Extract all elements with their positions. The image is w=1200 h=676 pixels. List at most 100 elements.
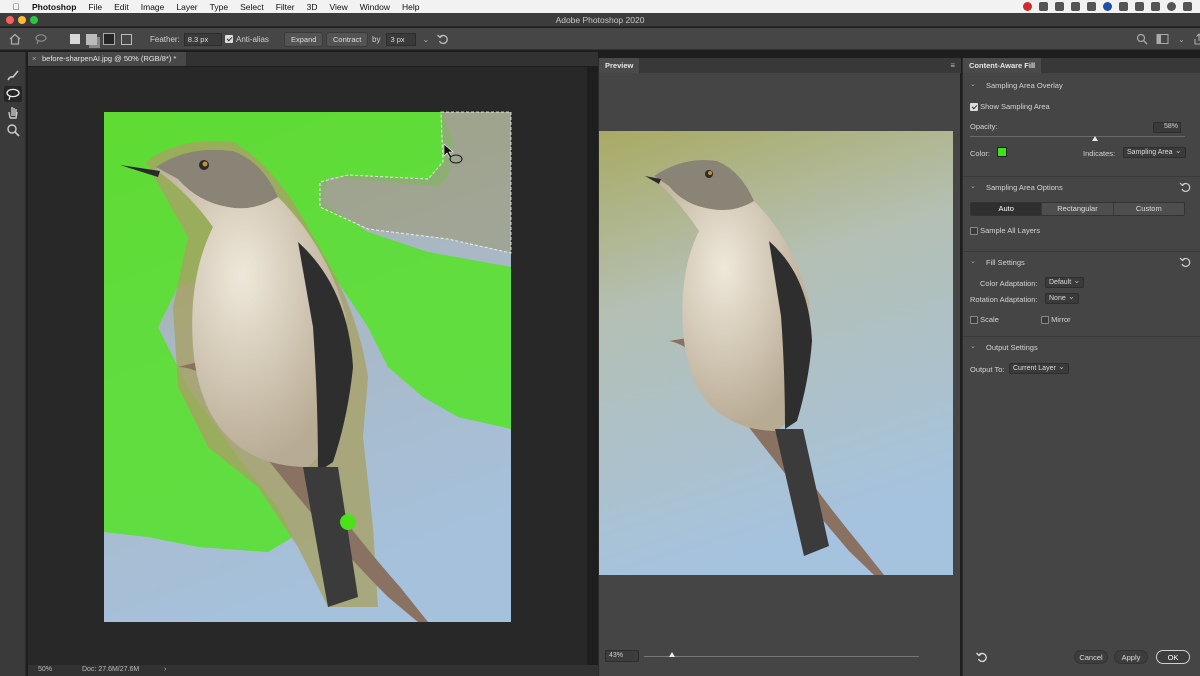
reset-sampling-icon[interactable] [1179,181,1191,193]
menu-type[interactable]: Type [210,2,228,12]
chevron-down-icon[interactable]: ⌄ [970,182,976,190]
tray-icon[interactable] [1087,2,1096,11]
sampling-mode-segmented: Auto Rectangular Custom [970,202,1185,216]
menu-3d[interactable]: 3D [307,2,318,12]
panel-title[interactable]: Content-Aware Fill [963,58,1042,73]
chevron-down-icon[interactable]: ⌄ [970,80,976,88]
apple-menu-icon[interactable]:  [10,2,22,12]
search-icon[interactable] [1136,33,1148,45]
chevron-down-icon[interactable]: ⌄ [970,342,976,350]
sample-all-layers-checkbox[interactable] [970,227,978,236]
anti-alias-label: Anti-alias [236,34,269,44]
apply-button[interactable]: Apply [1114,650,1148,664]
cancel-button[interactable]: Cancel [1074,650,1108,664]
section-sampling-overlay[interactable]: ⌄ Sampling Area Overlay [963,75,1200,97]
preview-zoom-slider-handle[interactable] [668,652,675,657]
document-tab[interactable]: × before-sharpenAI.jpg @ 50% (RGB/8*) * [28,52,187,66]
opacity-slider-handle[interactable] [1091,136,1098,141]
share-icon[interactable] [1193,33,1200,45]
output-to-dropdown[interactable]: Current Layer [1009,362,1069,374]
document-canvas-area[interactable] [28,67,587,665]
workspace-dropdown-icon[interactable]: ⌄ [1178,35,1185,44]
selection-mode-group [70,28,132,50]
overlay-color-swatch[interactable] [997,147,1007,157]
contract-button-wrap: Contract [326,28,369,50]
reset-fill-icon[interactable] [1179,256,1191,268]
color-adaptation-label: Color Adaptation: [980,279,1038,288]
creative-cloud-icon[interactable] [1023,2,1032,11]
tray-icon[interactable] [1039,2,1048,11]
add-selection-icon[interactable] [86,33,97,45]
lasso-tool-preset[interactable] [34,28,48,50]
battery-icon[interactable] [1151,2,1160,11]
wifi-icon[interactable] [1135,2,1144,11]
preview-zoom-value[interactable]: 43% [605,650,639,662]
zoom-icon [7,124,20,137]
menu-app-name[interactable]: Photoshop [32,2,76,12]
show-sampling-checkbox[interactable] [970,103,978,112]
menu-view[interactable]: View [329,2,347,12]
lasso-tool[interactable] [4,86,22,102]
reset-options-button[interactable] [436,28,450,50]
indicates-dropdown[interactable]: Sampling Area [1123,146,1186,158]
zoom-tool[interactable] [4,122,22,138]
tray-icon[interactable] [1103,2,1112,11]
color-adaptation-dropdown[interactable]: Default [1045,276,1085,288]
by-group: by 3 px ⌄ [372,28,429,50]
preview-zoom-slider[interactable] [644,656,919,657]
scale-checkbox[interactable] [970,316,978,325]
menu-edit[interactable]: Edit [114,2,129,12]
anti-alias-checkbox[interactable] [225,35,233,43]
expand-button[interactable]: Expand [284,31,324,47]
by-input[interactable]: 3 px [386,32,417,46]
section-output-settings[interactable]: ⌄ Output Settings [963,336,1200,358]
rotation-adaptation-dropdown[interactable]: None [1045,292,1079,304]
status-tray [1023,2,1192,11]
home-button[interactable] [8,28,22,50]
contract-button[interactable]: Contract [326,31,369,47]
sampling-mode-rectangular[interactable]: Rectangular [1042,203,1114,215]
menu-filter[interactable]: Filter [276,2,295,12]
status-zoom[interactable]: 50% [38,666,52,673]
intersect-selection-icon[interactable] [121,33,132,45]
workspace-icon[interactable] [1156,33,1170,45]
section-sampling-options[interactable]: ⌄ Sampling Area Options [963,176,1200,198]
brush-tool[interactable] [4,68,22,84]
ok-button[interactable]: OK [1156,650,1190,664]
status-arrow-icon[interactable]: › [164,666,166,673]
document-tab-bar: × before-sharpenAI.jpg @ 50% (RGB/8*) * [28,52,598,66]
anti-alias-group: Anti-alias [225,28,269,50]
feather-input[interactable]: 8.3 px [183,32,222,46]
opacity-input[interactable]: 58% [1153,122,1181,133]
chevron-down-icon[interactable]: ⌄ [970,257,976,265]
sampling-mode-custom[interactable]: Custom [1113,203,1184,215]
preview-image[interactable] [599,131,953,575]
scale-row: Scale [970,315,999,325]
close-tab-icon[interactable]: × [32,52,36,66]
mirror-checkbox[interactable] [1041,316,1049,325]
menu-help[interactable]: Help [402,2,419,12]
search-icon[interactable] [1167,2,1176,11]
section-fill-settings[interactable]: ⌄ Fill Settings [963,251,1200,273]
tray-icon[interactable] [1071,2,1080,11]
tray-icon[interactable] [1055,2,1064,11]
menu-select[interactable]: Select [240,2,264,12]
hand-tool[interactable] [4,104,22,120]
reset-all-button[interactable] [975,651,989,665]
menu-layer[interactable]: Layer [176,2,197,12]
control-center-icon[interactable] [1183,2,1192,11]
menu-file[interactable]: File [88,2,102,12]
opacity-slider[interactable] [970,136,1185,137]
preview-tab[interactable]: Preview [599,58,640,73]
new-selection-icon[interactable] [70,34,80,44]
menu-image[interactable]: Image [141,2,165,12]
menu-window[interactable]: Window [360,2,390,12]
show-sampling-label: Show Sampling Area [980,102,1050,111]
feather-group: Feather: 8.3 px [150,28,222,50]
sampling-mode-auto[interactable]: Auto [971,203,1043,215]
document-canvas[interactable] [28,67,587,665]
by-dropdown-icon[interactable]: ⌄ [422,35,429,44]
panel-menu-icon[interactable]: ≡ [950,61,955,70]
tray-icon[interactable] [1119,2,1128,11]
subtract-selection-icon[interactable] [103,33,115,45]
